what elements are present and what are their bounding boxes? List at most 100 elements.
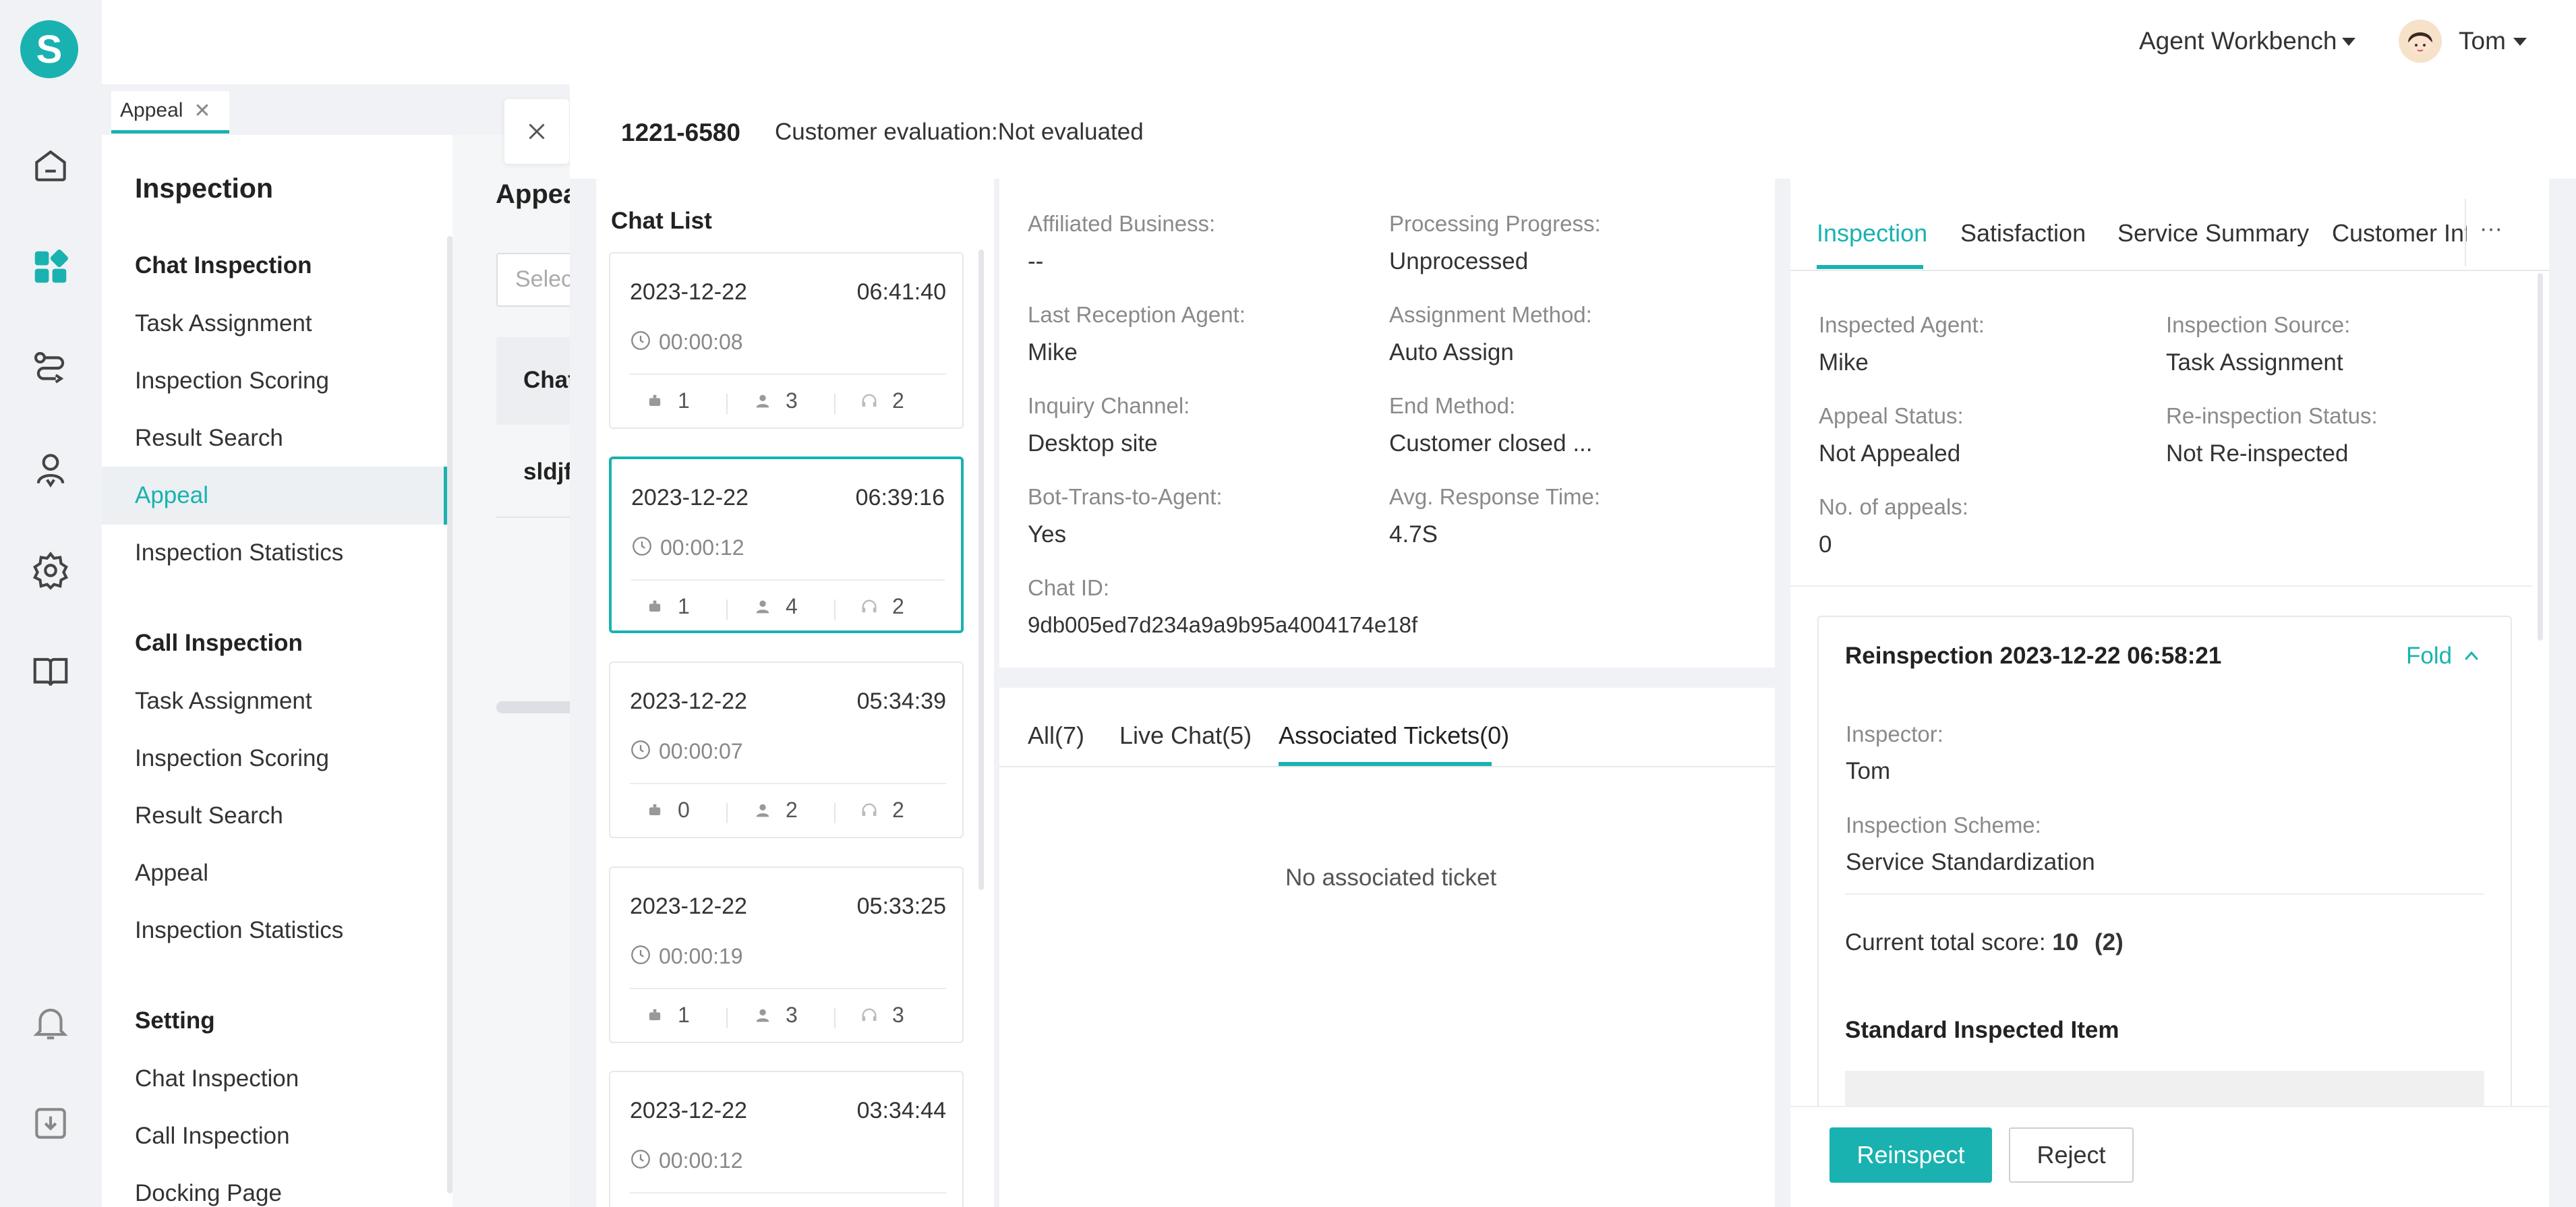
reinspect-button[interactable]: Reinspect [1829, 1127, 1992, 1183]
close-icon [529, 123, 545, 140]
inspection-scrollbar[interactable] [2538, 273, 2543, 641]
nav-item-chat-appeal[interactable]: Appeal [135, 482, 208, 509]
score-divider [1845, 893, 2484, 895]
chat-time: 06:41:40 [856, 279, 946, 305]
close-drawer-button[interactable] [504, 99, 569, 164]
headset-icon [862, 1008, 877, 1021]
nav-item-chat-inspection-statistics[interactable]: Inspection Statistics [135, 539, 343, 566]
logo-letter: S [36, 27, 63, 71]
tab-service-summary[interactable]: Service Summary [2117, 219, 2309, 247]
bell-icon[interactable] [30, 1001, 71, 1043]
chat-list-scrollbar[interactable] [978, 249, 984, 890]
total-score-label: Current total score: [1845, 929, 2046, 955]
tab-satisfaction[interactable]: Satisfaction [1960, 219, 2086, 247]
appeals-count-label: No. of appeals: [1819, 494, 1968, 519]
appeal-status-value: Not Appealed [1819, 440, 1961, 467]
customer-evaluation: Customer evaluation:Not evaluated [775, 119, 1144, 145]
nav-item-setting-docking-page[interactable]: Docking Page [135, 1180, 282, 1207]
nav-scrollbar[interactable] [447, 236, 452, 1194]
bot-count-value: 0 [678, 798, 690, 822]
nav-item-call-task-assignment[interactable]: Task Assignment [135, 688, 312, 715]
nav-item-chat-inspection-scoring[interactable]: Inspection Scoring [135, 367, 329, 394]
avatar[interactable] [2399, 20, 2442, 63]
chat-card[interactable]: 2023-12-22 06:41:40 00:00:08 1 3 2 [609, 252, 964, 429]
agent-count: 2 [860, 388, 904, 413]
chat-time: 05:34:39 [856, 688, 946, 714]
affiliated-business-label: Affiliated Business: [1028, 211, 1216, 236]
more-tabs-icon[interactable]: ··· [2480, 216, 2502, 242]
user-icon [756, 804, 769, 817]
customer-count-value: 4 [786, 594, 798, 618]
tab-inspection[interactable]: Inspection [1817, 219, 1927, 247]
user-menu-chevron-icon[interactable] [2513, 38, 2527, 46]
nav-item-chat-task-assignment[interactable]: Task Assignment [135, 310, 312, 337]
tab-live-chat[interactable]: Live Chat(5) [1119, 722, 1252, 750]
bot-trans-value: Yes [1028, 521, 1067, 548]
standard-item-table-header [1845, 1071, 2484, 1106]
home-icon[interactable] [30, 145, 71, 187]
customer-count: 3 [753, 388, 798, 413]
agent-count: 2 [860, 594, 904, 619]
avg-response-label: Avg. Response Time: [1389, 484, 1601, 509]
secondary-nav [102, 135, 452, 1207]
chat-card[interactable]: 2023-12-22 05:33:25 00:00:19 1 3 3 [609, 866, 964, 1043]
agent-count-value: 3 [892, 1003, 904, 1027]
location-icon[interactable] [30, 448, 71, 490]
user-name[interactable]: Tom [2459, 27, 2506, 55]
chat-card-selected[interactable]: 2023-12-22 06:39:16 00:00:12 1 4 2 [609, 457, 964, 633]
nav-item-setting-chat-inspection[interactable]: Chat Inspection [135, 1065, 299, 1092]
dashboard-icon[interactable] [30, 246, 71, 288]
total-score: Current total score: 10 (2) [1845, 929, 2124, 956]
clock-icon [631, 1150, 650, 1169]
icon-rail: S [0, 0, 102, 1207]
reinspection-title: Reinspection 2023-12-22 06:58:21 [1845, 643, 2222, 669]
tab-all[interactable]: All(7) [1028, 722, 1084, 750]
no-ticket-message: No associated ticket [1285, 864, 1497, 891]
clock-icon [631, 945, 650, 964]
download-icon[interactable] [30, 1102, 71, 1144]
nav-item-setting-call-inspection[interactable]: Call Inspection [135, 1123, 290, 1150]
nav-item-call-inspection-statistics[interactable]: Inspection Statistics [135, 917, 343, 944]
robot-icon [649, 394, 661, 406]
nav-item-call-appeal[interactable]: Appeal [135, 860, 208, 887]
close-tab-icon[interactable]: ✕ [194, 99, 210, 123]
chat-duration: 00:00:12 [659, 1148, 743, 1173]
tab-customer-info[interactable]: Customer Inf [2332, 219, 2467, 247]
chat-date: 2023-12-22 [630, 688, 747, 714]
nav-item-chat-result-search[interactable]: Result Search [135, 425, 283, 452]
reject-button[interactable]: Reject [2009, 1127, 2134, 1183]
tab-appeal[interactable]: Appeal ✕ [111, 91, 229, 134]
headset-icon [862, 803, 877, 816]
processing-progress-label: Processing Progress: [1389, 211, 1601, 236]
chevron-down-icon[interactable] [2342, 38, 2355, 46]
book-icon[interactable] [30, 651, 71, 693]
nav-item-call-result-search[interactable]: Result Search [135, 802, 283, 829]
app-logo[interactable]: S [20, 20, 78, 78]
nav-section-chat-inspection: Chat Inspection [135, 252, 312, 278]
last-agent-label: Last Reception Agent: [1028, 302, 1246, 327]
route-icon[interactable] [30, 347, 71, 389]
chat-time: 06:39:16 [855, 485, 945, 510]
customer-count: 2 [753, 798, 798, 823]
agent-count: 3 [860, 1003, 904, 1028]
fold-toggle[interactable]: Fold [2406, 643, 2482, 670]
chat-date: 2023-12-22 [630, 1098, 747, 1123]
robot-icon [649, 804, 661, 815]
tabs-overflow-divider [2465, 199, 2466, 266]
agent-count-value: 2 [892, 798, 904, 822]
tab-associated-tickets[interactable]: Associated Tickets(0) [1279, 722, 1509, 750]
right-tabs-divider [1790, 270, 2549, 271]
headset-icon [862, 394, 877, 407]
underlying-page-title: Appea [496, 179, 579, 209]
agent-workbench-menu[interactable]: Agent Workbench [2139, 27, 2337, 55]
settings-icon[interactable] [30, 550, 71, 591]
bot-count-value: 1 [678, 1003, 690, 1027]
agent-count-value: 2 [892, 388, 904, 413]
chat-card[interactable]: 2023-12-22 05:34:39 00:00:07 0 2 2 [609, 661, 964, 838]
clock-icon [631, 740, 650, 759]
standard-inspected-item-heading: Standard Inspected Item [1845, 1017, 2119, 1043]
chat-list-title: Chat List [611, 208, 712, 234]
chat-date: 2023-12-22 [631, 485, 749, 510]
chat-card[interactable]: 2023-12-22 03:34:44 00:00:12 [609, 1071, 964, 1207]
nav-item-call-inspection-scoring[interactable]: Inspection Scoring [135, 745, 329, 772]
